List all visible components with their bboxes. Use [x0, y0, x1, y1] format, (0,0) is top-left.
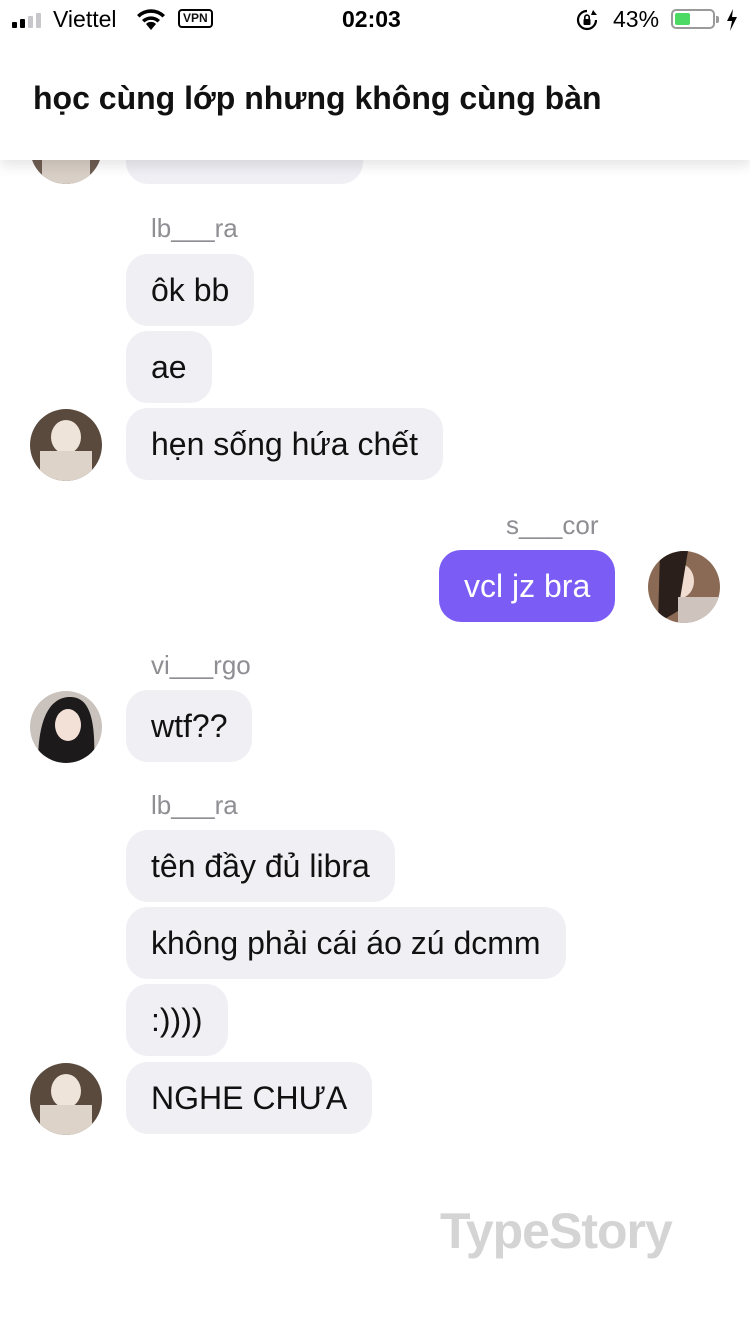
status-bar: Viettel VPN 02:03 43% — [0, 0, 750, 40]
message-bubble[interactable]: :)))) — [126, 984, 228, 1056]
battery-fill — [675, 13, 690, 25]
sender-name: lb___ra — [151, 213, 238, 243]
avatar-vi-rgo[interactable] — [30, 691, 102, 763]
battery-icon — [671, 9, 719, 29]
vpn-badge: VPN — [178, 9, 213, 28]
avatar-lb-ra[interactable] — [30, 409, 102, 481]
battery-percent: 43% — [613, 6, 660, 32]
message-bubble[interactable]: tên đầy đủ libra — [126, 830, 395, 902]
rotation-lock-icon — [576, 9, 598, 36]
message-bubble[interactable]: wtf?? — [126, 690, 253, 762]
clock: 02:03 — [342, 6, 401, 32]
charging-bolt-icon — [726, 9, 738, 36]
carrier-name: Viettel — [53, 6, 117, 32]
message-bubble[interactable]: ôk bb — [126, 254, 255, 326]
message-bubble[interactable]: ae — [126, 331, 212, 403]
avatar-s-cor[interactable] — [648, 551, 720, 623]
avatar-lb-ra[interactable] — [30, 1063, 102, 1135]
chat-title[interactable]: học cùng lớp nhưng không cùng bàn — [33, 80, 602, 117]
message-bubble-outgoing[interactable]: vcl jz bra — [439, 550, 616, 622]
chat-header: học cùng lớp nhưng không cùng bàn — [0, 40, 750, 160]
message-bubble[interactable]: NGHE CHƯA — [126, 1062, 373, 1134]
sender-name: lb___ra — [151, 790, 238, 820]
sender-name: s___cor — [506, 510, 599, 540]
message-bubble[interactable]: không phải cái áo zú dcmm — [126, 907, 566, 979]
message-bubble[interactable]: hẹn sống hứa chết — [126, 408, 443, 480]
wifi-icon — [136, 9, 166, 36]
sender-name: vi___rgo — [151, 650, 251, 680]
signal-icon — [12, 12, 46, 28]
chat-area[interactable]: lb___ra ôk bb ae hẹn sống hứa chết s___c… — [0, 0, 750, 1334]
watermark-logo: TypeStory — [440, 1203, 673, 1259]
